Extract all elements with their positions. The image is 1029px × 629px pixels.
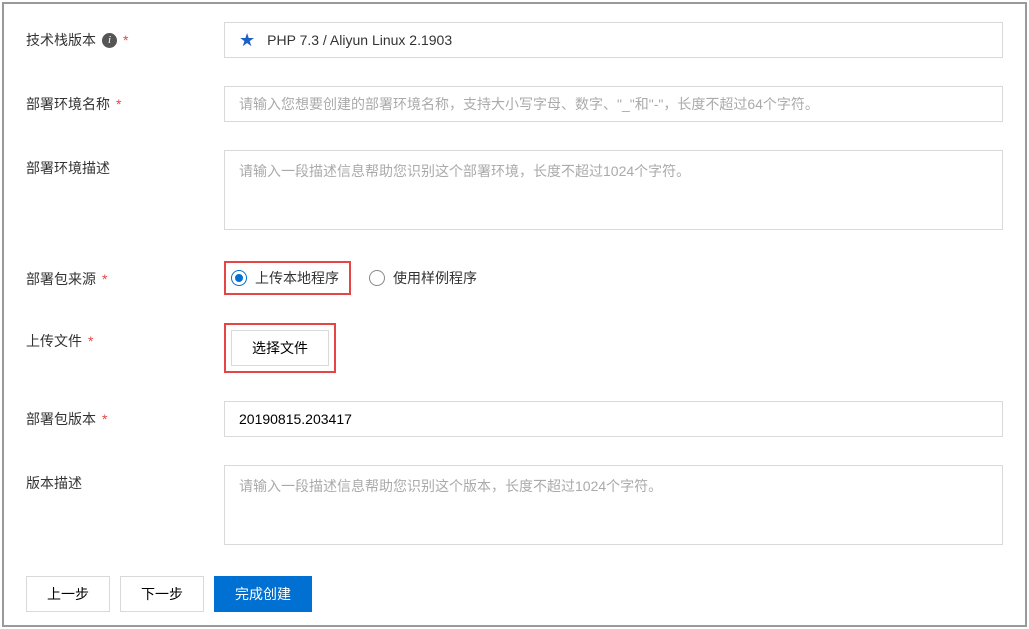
label-pkg-source: 部署包来源 * xyxy=(26,261,224,289)
required-mark: * xyxy=(123,32,128,48)
stack-version-display-wrap: ★ PHP 7.3 / Aliyun Linux 2.1903 xyxy=(224,22,1003,58)
prev-button[interactable]: 上一步 xyxy=(26,576,110,612)
row-upload-file: 上传文件 * 选择文件 xyxy=(26,323,1003,373)
button-row: 上一步 下一步 完成创建 xyxy=(26,576,1003,612)
next-button[interactable]: 下一步 xyxy=(120,576,204,612)
label-text: 部署环境名称 xyxy=(26,94,110,114)
highlight-upload-local: 上传本地程序 xyxy=(224,261,351,295)
label-text: 部署环境描述 xyxy=(26,158,110,178)
label-text: 版本描述 xyxy=(26,473,82,493)
required-mark: * xyxy=(102,411,107,427)
label-text: 技术栈版本 xyxy=(26,30,96,50)
finish-create-button[interactable]: 完成创建 xyxy=(214,576,312,612)
radio-group-pkg-source: 上传本地程序 使用样例程序 xyxy=(224,261,1003,295)
upload-file-wrap: 选择文件 xyxy=(224,323,1003,373)
env-desc-textarea[interactable] xyxy=(224,150,1003,230)
row-env-name: 部署环境名称 * xyxy=(26,86,1003,122)
required-mark: * xyxy=(102,271,107,287)
radio-use-sample[interactable]: 使用样例程序 xyxy=(369,268,477,288)
row-env-desc: 部署环境描述 xyxy=(26,150,1003,233)
form-container: 技术栈版本 i * ★ PHP 7.3 / Aliyun Linux 2.190… xyxy=(2,2,1027,627)
env-name-input[interactable] xyxy=(224,86,1003,122)
label-text: 部署包来源 xyxy=(26,269,96,289)
info-icon[interactable]: i xyxy=(102,33,117,48)
label-env-desc: 部署环境描述 xyxy=(26,150,224,178)
row-pkg-source: 部署包来源 * 上传本地程序 使用样例程序 xyxy=(26,261,1003,295)
label-upload-file: 上传文件 * xyxy=(26,323,224,351)
radio-circle-icon xyxy=(231,270,247,286)
env-name-input-wrap xyxy=(224,86,1003,122)
radio-label: 使用样例程序 xyxy=(393,268,477,288)
pkg-version-input-wrap xyxy=(224,401,1003,437)
radio-circle-icon xyxy=(369,270,385,286)
label-text: 上传文件 xyxy=(26,331,82,351)
pkg-source-options: 上传本地程序 使用样例程序 xyxy=(224,261,1003,295)
pkg-version-input[interactable] xyxy=(224,401,1003,437)
version-desc-textarea[interactable] xyxy=(224,465,1003,545)
label-env-name: 部署环境名称 * xyxy=(26,86,224,114)
stack-version-select[interactable]: ★ PHP 7.3 / Aliyun Linux 2.1903 xyxy=(224,22,1003,58)
label-text: 部署包版本 xyxy=(26,409,96,429)
required-mark: * xyxy=(116,96,121,112)
stack-version-value: PHP 7.3 / Aliyun Linux 2.1903 xyxy=(267,32,452,48)
star-icon: ★ xyxy=(239,31,255,49)
row-version-desc: 版本描述 xyxy=(26,465,1003,548)
row-pkg-version: 部署包版本 * xyxy=(26,401,1003,437)
radio-label: 上传本地程序 xyxy=(255,268,339,288)
version-desc-input-wrap xyxy=(224,465,1003,548)
required-mark: * xyxy=(88,333,93,349)
select-file-button[interactable]: 选择文件 xyxy=(231,330,329,366)
label-stack-version: 技术栈版本 i * xyxy=(26,22,224,50)
radio-upload-local[interactable]: 上传本地程序 xyxy=(231,268,339,288)
env-desc-input-wrap xyxy=(224,150,1003,233)
label-version-desc: 版本描述 xyxy=(26,465,224,493)
label-pkg-version: 部署包版本 * xyxy=(26,401,224,429)
highlight-select-file: 选择文件 xyxy=(224,323,336,373)
row-stack-version: 技术栈版本 i * ★ PHP 7.3 / Aliyun Linux 2.190… xyxy=(26,22,1003,58)
